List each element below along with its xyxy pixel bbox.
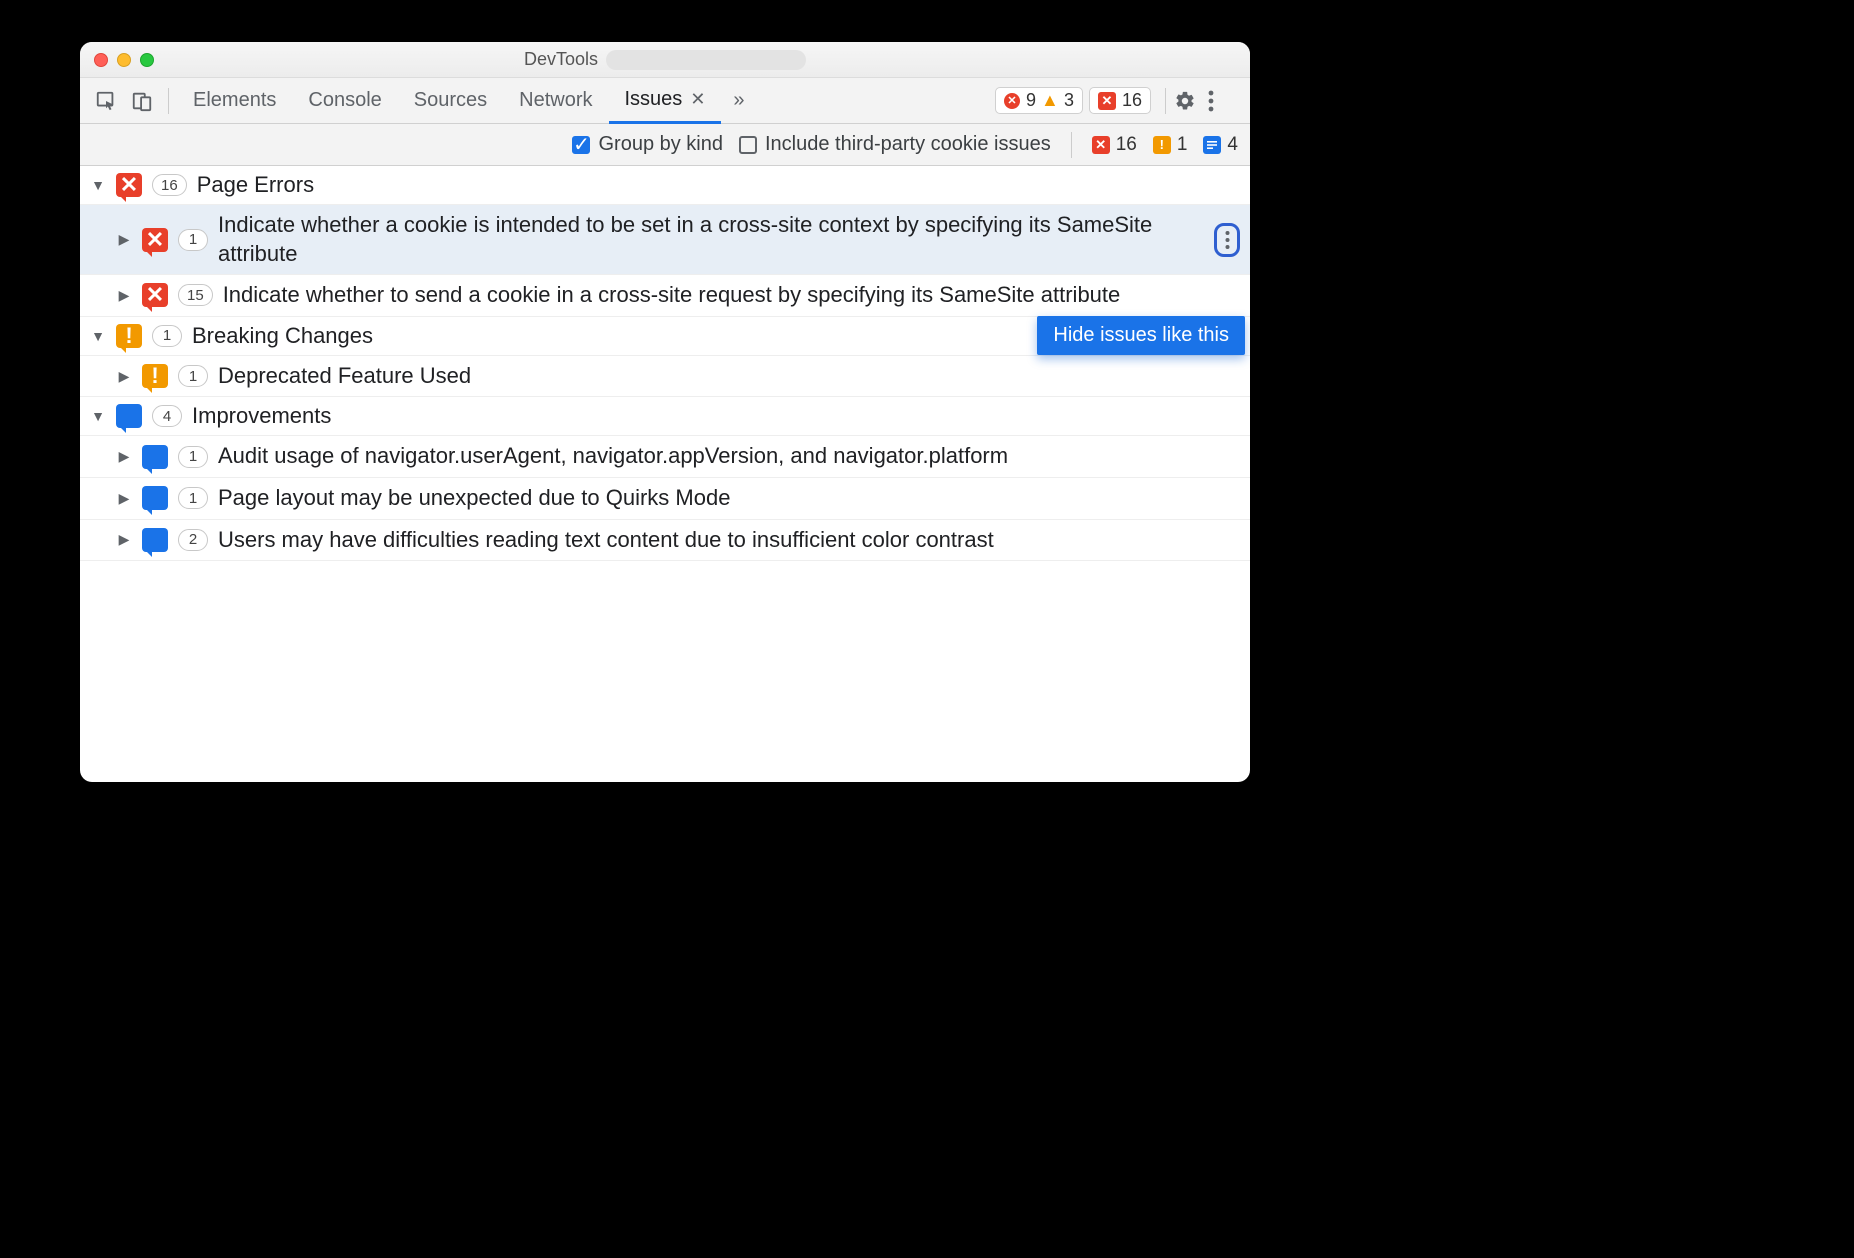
disclosure-icon: ▼ — [90, 328, 106, 344]
issue-count-badge: 1 — [178, 487, 208, 509]
group-count-badge: 4 — [152, 405, 182, 427]
disclosure-icon: ▶ — [116, 368, 132, 385]
error-count: 9 — [1026, 90, 1036, 111]
main-menu-icon[interactable] — [1208, 90, 1242, 112]
warning-bubble-icon: ! — [116, 324, 142, 348]
info-bubble-icon — [142, 528, 168, 552]
info-filter[interactable]: 4 — [1203, 134, 1238, 156]
error-icon: ✕ — [1092, 136, 1110, 154]
issues-status-chip[interactable]: ✕ 16 — [1089, 87, 1151, 114]
info-icon — [1203, 136, 1221, 154]
window-controls — [94, 53, 154, 67]
warning-icon: ! — [1153, 136, 1171, 154]
checkbox-icon: ✓ — [572, 136, 590, 154]
checkbox-label: Group by kind — [598, 133, 723, 156]
issue-row[interactable]: ▶ ✕ 1 Indicate whether a cookie is inten… — [80, 205, 1250, 275]
group-header-error[interactable]: ▼ ✕ 16 Page Errors — [80, 166, 1250, 205]
issue-text: Page layout may be unexpected due to Qui… — [218, 484, 1240, 513]
checkbox-label: Include third-party cookie issues — [765, 133, 1051, 156]
disclosure-icon: ▶ — [116, 531, 132, 548]
error-bubble-icon: ✕ — [142, 283, 168, 307]
devtools-window: DevTools Elements Console Sources Networ… — [80, 42, 1250, 782]
issue-row[interactable]: ▶ 1 Page layout may be unexpected due to… — [80, 478, 1250, 520]
info-bubble-icon — [142, 486, 168, 510]
group-by-kind-checkbox[interactable]: ✓ Group by kind — [572, 133, 723, 156]
main-toolbar: Elements Console Sources Network Issues … — [80, 78, 1250, 124]
group-header-info[interactable]: ▼ 4 Improvements — [80, 397, 1250, 436]
warning-bubble-icon: ! — [142, 364, 168, 388]
tab-elements[interactable]: Elements — [177, 78, 292, 124]
zoom-window-button[interactable] — [140, 53, 154, 67]
issue-count-badge: 1 — [178, 229, 208, 251]
issue-menu-button[interactable] — [1214, 223, 1240, 257]
settings-icon[interactable] — [1174, 90, 1208, 112]
optbar-divider — [1071, 132, 1072, 158]
group-count-badge: 1 — [152, 325, 182, 347]
info-bubble-icon — [116, 404, 142, 428]
group-count-badge: 16 — [152, 174, 187, 196]
tab-issues[interactable]: Issues ✕ — [609, 78, 722, 124]
tab-sources[interactable]: Sources — [398, 78, 503, 124]
error-icon: ✕ — [1004, 93, 1020, 109]
panel-tabs: Elements Console Sources Network Issues … — [177, 78, 757, 124]
checkbox-icon — [739, 136, 757, 154]
issue-text: Audit usage of navigator.userAgent, navi… — [218, 442, 1240, 471]
minimize-window-button[interactable] — [117, 53, 131, 67]
disclosure-icon: ▼ — [90, 177, 106, 193]
hide-issues-popup[interactable]: Hide issues like this — [1037, 316, 1245, 355]
issue-row[interactable]: ▶ ! 1 Deprecated Feature Used — [80, 356, 1250, 398]
close-window-button[interactable] — [94, 53, 108, 67]
disclosure-icon: ▶ — [116, 231, 132, 248]
close-tab-icon[interactable]: ✕ — [690, 89, 705, 110]
issue-text: Indicate whether a cookie is intended to… — [218, 211, 1198, 268]
error-bubble-icon: ✕ — [116, 173, 142, 197]
issue-count-badge: 15 — [178, 284, 213, 306]
issues-error-icon: ✕ — [1098, 92, 1116, 110]
more-tabs-button[interactable]: » — [721, 89, 756, 112]
tab-console[interactable]: Console — [292, 78, 397, 124]
inspect-element-icon[interactable] — [88, 83, 124, 119]
group-label: Breaking Changes — [192, 323, 373, 349]
warning-count: 3 — [1064, 90, 1074, 111]
window-title: DevTools — [524, 49, 598, 70]
issues-list: ▼ ✕ 16 Page Errors ▶ ✕ 1 Indicate whethe… — [80, 166, 1250, 561]
issues-error-count: 16 — [1122, 90, 1142, 111]
issue-text: Indicate whether to send a cookie in a c… — [223, 281, 1240, 310]
issue-row[interactable]: ▶ 1 Audit usage of navigator.userAgent, … — [80, 436, 1250, 478]
disclosure-icon: ▶ — [116, 448, 132, 465]
info-bubble-icon — [142, 445, 168, 469]
issue-text: Users may have difficulties reading text… — [218, 526, 1240, 555]
warning-icon: ▲ — [1042, 93, 1058, 109]
device-toolbar-icon[interactable] — [124, 83, 160, 119]
tab-network[interactable]: Network — [503, 78, 608, 124]
error-filter[interactable]: ✕ 16 — [1092, 134, 1137, 156]
disclosure-icon: ▼ — [90, 408, 106, 424]
title-chip — [606, 50, 806, 70]
issue-text: Deprecated Feature Used — [218, 362, 1240, 391]
issue-count-badge: 2 — [178, 529, 208, 551]
issue-count-badge: 1 — [178, 365, 208, 387]
group-label: Page Errors — [197, 172, 314, 198]
issue-row[interactable]: ▶ ✕ 15 Indicate whether to send a cookie… — [80, 275, 1250, 317]
warning-filter[interactable]: ! 1 — [1153, 134, 1188, 156]
console-status-chip[interactable]: ✕ 9 ▲ 3 — [995, 87, 1083, 114]
error-bubble-icon: ✕ — [142, 228, 168, 252]
disclosure-icon: ▶ — [116, 490, 132, 507]
issue-count-badge: 1 — [178, 446, 208, 468]
third-party-checkbox[interactable]: Include third-party cookie issues — [739, 133, 1051, 156]
issues-option-bar: ✓ Group by kind Include third-party cook… — [80, 124, 1250, 166]
titlebar: DevTools — [80, 42, 1250, 78]
issue-row[interactable]: ▶ 2 Users may have difficulties reading … — [80, 520, 1250, 562]
disclosure-icon: ▶ — [116, 287, 132, 304]
toolbar-divider — [1165, 88, 1166, 114]
group-label: Improvements — [192, 403, 331, 429]
toolbar-divider — [168, 88, 169, 114]
